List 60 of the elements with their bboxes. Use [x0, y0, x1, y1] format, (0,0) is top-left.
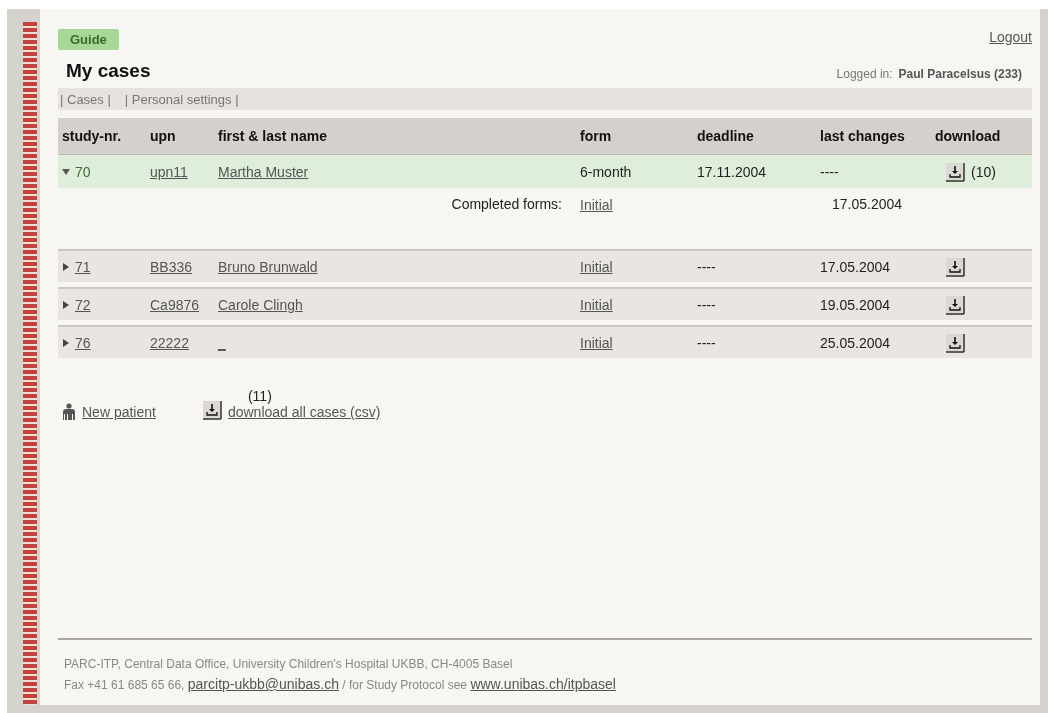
- form-link[interactable]: Initial: [580, 258, 613, 275]
- deadline-cell-text: ----: [697, 258, 717, 275]
- logged-in-user: Paul Paracelsus (233): [898, 67, 1022, 81]
- email-link[interactable]: parcitp-ukbb@unibas.ch: [187, 676, 339, 692]
- completed-date: 17.05.2004: [831, 196, 904, 212]
- form-link[interactable]: Initial: [580, 197, 613, 213]
- collapse-triangle-icon[interactable]: [62, 167, 70, 176]
- upn-link[interactable]: BB336: [150, 258, 193, 275]
- guide-button[interactable]: Guide: [58, 29, 119, 50]
- study-number-link[interactable]: 72: [75, 296, 91, 313]
- patient-name-link[interactable]: Carole Clingh: [218, 296, 303, 313]
- deadline-cell-text: ----: [697, 296, 717, 313]
- study-number: 70: [75, 163, 91, 180]
- deadline-cell-text: ----: [697, 334, 717, 351]
- expand-triangle-icon[interactable]: [62, 300, 70, 309]
- patient-name-link[interactable]: Bruno Brunwald: [218, 258, 318, 275]
- download-icon[interactable]: [201, 400, 222, 420]
- completed-forms-label: Completed forms:: [451, 196, 562, 212]
- person-icon: [62, 403, 76, 420]
- column-header: first & last name: [218, 128, 328, 144]
- upn-link[interactable]: Ca9876: [150, 296, 200, 313]
- last-changes-cell-text: 17.05.2004: [820, 258, 892, 275]
- download-icon[interactable]: [945, 294, 965, 315]
- download-all-link[interactable]: download all cases (csv): [227, 404, 381, 420]
- form-cell-text: 6-month: [580, 163, 633, 180]
- patient-name-link[interactable]: _: [218, 334, 226, 351]
- column-header: deadline: [697, 128, 755, 144]
- study-number-link[interactable]: 71: [75, 258, 91, 275]
- column-header: download: [935, 128, 1002, 144]
- download-icon[interactable]: [945, 256, 965, 277]
- expand-triangle-icon[interactable]: [62, 338, 70, 347]
- nav-link[interactable]: | Personal settings |: [124, 91, 239, 107]
- logged-in-label: Logged in:: [836, 67, 893, 81]
- page-title: My cases: [66, 60, 151, 82]
- form-link[interactable]: Initial: [580, 296, 613, 313]
- expand-triangle-icon[interactable]: [62, 262, 70, 271]
- new-patient-link[interactable]: New patient: [82, 404, 156, 420]
- download-icon[interactable]: [945, 161, 965, 182]
- column-header: upn: [150, 128, 177, 144]
- column-header: study-nr.: [62, 128, 123, 144]
- last-changes-cell-text: 19.05.2004: [820, 296, 892, 313]
- form-link[interactable]: Initial: [580, 334, 613, 351]
- patient-name-link[interactable]: Martha Muster: [218, 163, 309, 180]
- column-header: last changes: [820, 128, 906, 144]
- footer-address: PARC-ITP, Central Data Office, University Children's Hospital UKBB, CH-4005 Basel: [64, 657, 513, 671]
- upn-link[interactable]: upn11: [150, 163, 188, 180]
- column-header: form: [580, 128, 613, 144]
- study-number-link[interactable]: 76: [75, 334, 91, 351]
- annotation-label: (11): [247, 388, 272, 404]
- last-changes-cell-text: ----: [820, 163, 840, 180]
- footer-fax: Fax +41 61 685 65 66,: [64, 678, 185, 692]
- last-changes-cell-text: 25.05.2004: [820, 334, 892, 351]
- logout-link[interactable]: Logout: [989, 29, 1032, 45]
- nav-link[interactable]: | Cases |: [60, 91, 111, 107]
- download-icon[interactable]: [945, 332, 965, 353]
- footer-protocol-text: / for Study Protocol see: [342, 678, 468, 692]
- annotation-label: (10): [971, 163, 996, 180]
- deadline-cell-text: 17.11.2004: [697, 163, 768, 180]
- upn-link[interactable]: 22222: [150, 334, 189, 351]
- website-link[interactable]: www.unibas.ch/itpbasel: [470, 676, 616, 692]
